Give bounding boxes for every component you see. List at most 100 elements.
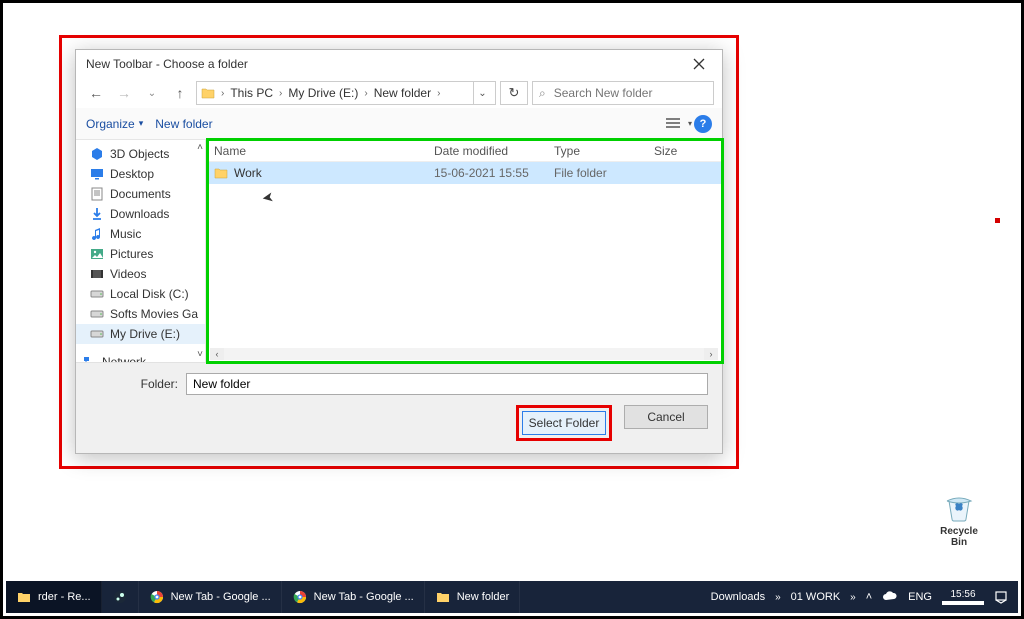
tray-overflow-icon[interactable]: ˄ <box>866 591 872 603</box>
column-type[interactable]: Type <box>554 144 654 158</box>
titlebar: New Toolbar - Choose a folder <box>76 50 722 78</box>
dialog-footer: Folder: Select Folder Cancel <box>76 362 722 453</box>
view-options-button[interactable]: ▾ <box>662 113 684 135</box>
music-icon <box>90 227 104 241</box>
folder-row-work[interactable]: Work 15-06-2021 15:55 File folder <box>206 162 722 184</box>
close-button[interactable] <box>682 53 716 75</box>
nav-row: ← → ⌄ ↑ › This PC › My Drive (E:) › New … <box>76 78 722 108</box>
scroll-left-icon[interactable]: ‹ <box>210 348 224 360</box>
forward-button[interactable]: → <box>112 81 136 105</box>
taskbar-label: New Tab - Google ... <box>171 591 271 603</box>
recycle-bin-label: Recycle Bin <box>935 526 983 548</box>
search-input[interactable] <box>552 85 707 101</box>
scroll-right-icon[interactable]: › <box>704 348 718 360</box>
select-folder-button[interactable]: Select Folder <box>522 411 606 435</box>
search-icon: ⌕ <box>539 86 546 101</box>
tree-item-my-drive-e-[interactable]: My Drive (E:) <box>76 324 205 344</box>
taskbar[interactable]: rder - Re... New Tab - Google ... New Ta… <box>6 581 1018 613</box>
nav-tree[interactable]: ˄ 3D Objects Desktop DocumentsDownloads Mus… <box>76 140 206 362</box>
tree-item-label: Softs Movies Ga <box>110 307 198 321</box>
language-indicator[interactable]: ENG <box>908 591 932 603</box>
tree-item-pictures[interactable]: Pictures <box>76 244 205 264</box>
recycle-bin-icon <box>942 490 976 524</box>
scroll-up-icon[interactable]: ˄ <box>197 142 203 153</box>
tree-item-label: 3D Objects <box>110 147 169 161</box>
breadcrumb[interactable]: › This PC › My Drive (E:) › New folder ›… <box>196 81 496 105</box>
tree-item-videos[interactable]: Videos <box>76 264 205 284</box>
column-headers[interactable]: Name Date modified Type Size <box>206 140 722 162</box>
notifications-icon[interactable] <box>994 590 1008 604</box>
breadcrumb-folder[interactable]: New folder <box>374 86 431 100</box>
file-date: 15-06-2021 15:55 <box>434 166 554 180</box>
chevrons-icon[interactable]: » <box>775 592 781 603</box>
chevron-right-icon: › <box>221 88 224 99</box>
taskbar-item[interactable]: New Tab - Google ... <box>139 581 282 613</box>
dialog-title: New Toolbar - Choose a folder <box>86 57 248 71</box>
column-name[interactable]: Name <box>214 144 434 158</box>
clock[interactable]: 15:56 <box>942 589 984 605</box>
clock-underline <box>942 601 984 605</box>
file-name: Work <box>234 166 262 180</box>
scroll-down-icon[interactable]: ˅ <box>197 349 203 360</box>
tree-item-local-disk-c-[interactable]: Local Disk (C:) <box>76 284 205 304</box>
tray-work[interactable]: 01 WORK <box>791 591 841 603</box>
tree-item-label: Pictures <box>110 247 153 261</box>
file-type: File folder <box>554 166 654 180</box>
refresh-button[interactable]: ↻ <box>500 81 528 105</box>
chevrons-icon[interactable]: » <box>850 592 856 603</box>
download-icon <box>90 207 104 221</box>
new-folder-button[interactable]: New folder <box>155 117 212 131</box>
tree-item-label: Videos <box>110 267 146 281</box>
taskbar-item[interactable]: New folder <box>425 581 521 613</box>
chevron-right-icon: › <box>279 88 282 99</box>
video-icon <box>90 267 104 281</box>
chevron-right-icon: › <box>437 88 440 99</box>
clock-time: 15:56 <box>942 589 984 600</box>
taskbar-item[interactable]: New Tab - Google ... <box>282 581 425 613</box>
tree-item-music[interactable]: Music <box>76 224 205 244</box>
file-list-area: Name Date modified Type Size Work 15-06-… <box>206 140 722 362</box>
chrome-icon <box>149 589 165 605</box>
taskbar-item[interactable]: rder - Re... <box>6 581 102 613</box>
search-box[interactable]: ⌕ <box>532 81 714 105</box>
taskbar-label: New folder <box>457 591 510 603</box>
tree-item-label: Music <box>110 227 141 241</box>
folder-name-input[interactable] <box>186 373 708 395</box>
recent-locations-button[interactable]: ⌄ <box>140 81 164 105</box>
tree-item-label: Desktop <box>110 167 154 181</box>
file-list[interactable]: Work 15-06-2021 15:55 File folder ➤ <box>206 162 722 362</box>
tree-item-label: Network <box>102 355 146 362</box>
tree-item-documents[interactable]: Documents <box>76 184 205 204</box>
column-size[interactable]: Size <box>654 144 704 158</box>
tree-item-downloads[interactable]: Downloads <box>76 204 205 224</box>
onedrive-icon[interactable] <box>882 591 898 603</box>
folder-icon <box>214 167 228 179</box>
breadcrumb-this-pc[interactable]: This PC <box>230 86 273 100</box>
mouse-cursor-icon: ➤ <box>261 188 276 207</box>
tray-downloads[interactable]: Downloads <box>711 591 765 603</box>
folder-icon <box>16 589 32 605</box>
command-bar: Organize ▾ New folder ▾ ? <box>76 108 722 140</box>
organize-menu[interactable]: Organize ▾ <box>86 117 143 131</box>
desktop-icon <box>90 167 104 181</box>
breadcrumb-drive[interactable]: My Drive (E:) <box>288 86 358 100</box>
taskbar-item[interactable] <box>102 581 139 613</box>
disk-icon <box>90 327 104 341</box>
tree-item-3d-objects[interactable]: 3D Objects <box>76 144 205 164</box>
network-icon <box>82 355 96 362</box>
taskbar-label: New Tab - Google ... <box>314 591 414 603</box>
up-button[interactable]: ↑ <box>168 81 192 105</box>
back-button[interactable]: ← <box>84 81 108 105</box>
tree-item-network[interactable]: Network <box>76 352 205 362</box>
column-date[interactable]: Date modified <box>434 144 554 158</box>
help-button[interactable]: ? <box>694 115 712 133</box>
chevron-right-icon: › <box>364 88 367 99</box>
tree-item-desktop[interactable]: Desktop <box>76 164 205 184</box>
organize-label: Organize <box>86 117 135 131</box>
scroll-track[interactable] <box>224 348 704 360</box>
tree-item-softs-movies-ga[interactable]: Softs Movies Ga <box>76 304 205 324</box>
recycle-bin[interactable]: Recycle Bin <box>935 490 983 548</box>
horizontal-scrollbar[interactable]: ‹ › <box>210 348 718 360</box>
breadcrumb-dropdown[interactable]: ⌄ <box>473 81 491 105</box>
cancel-button[interactable]: Cancel <box>624 405 708 429</box>
